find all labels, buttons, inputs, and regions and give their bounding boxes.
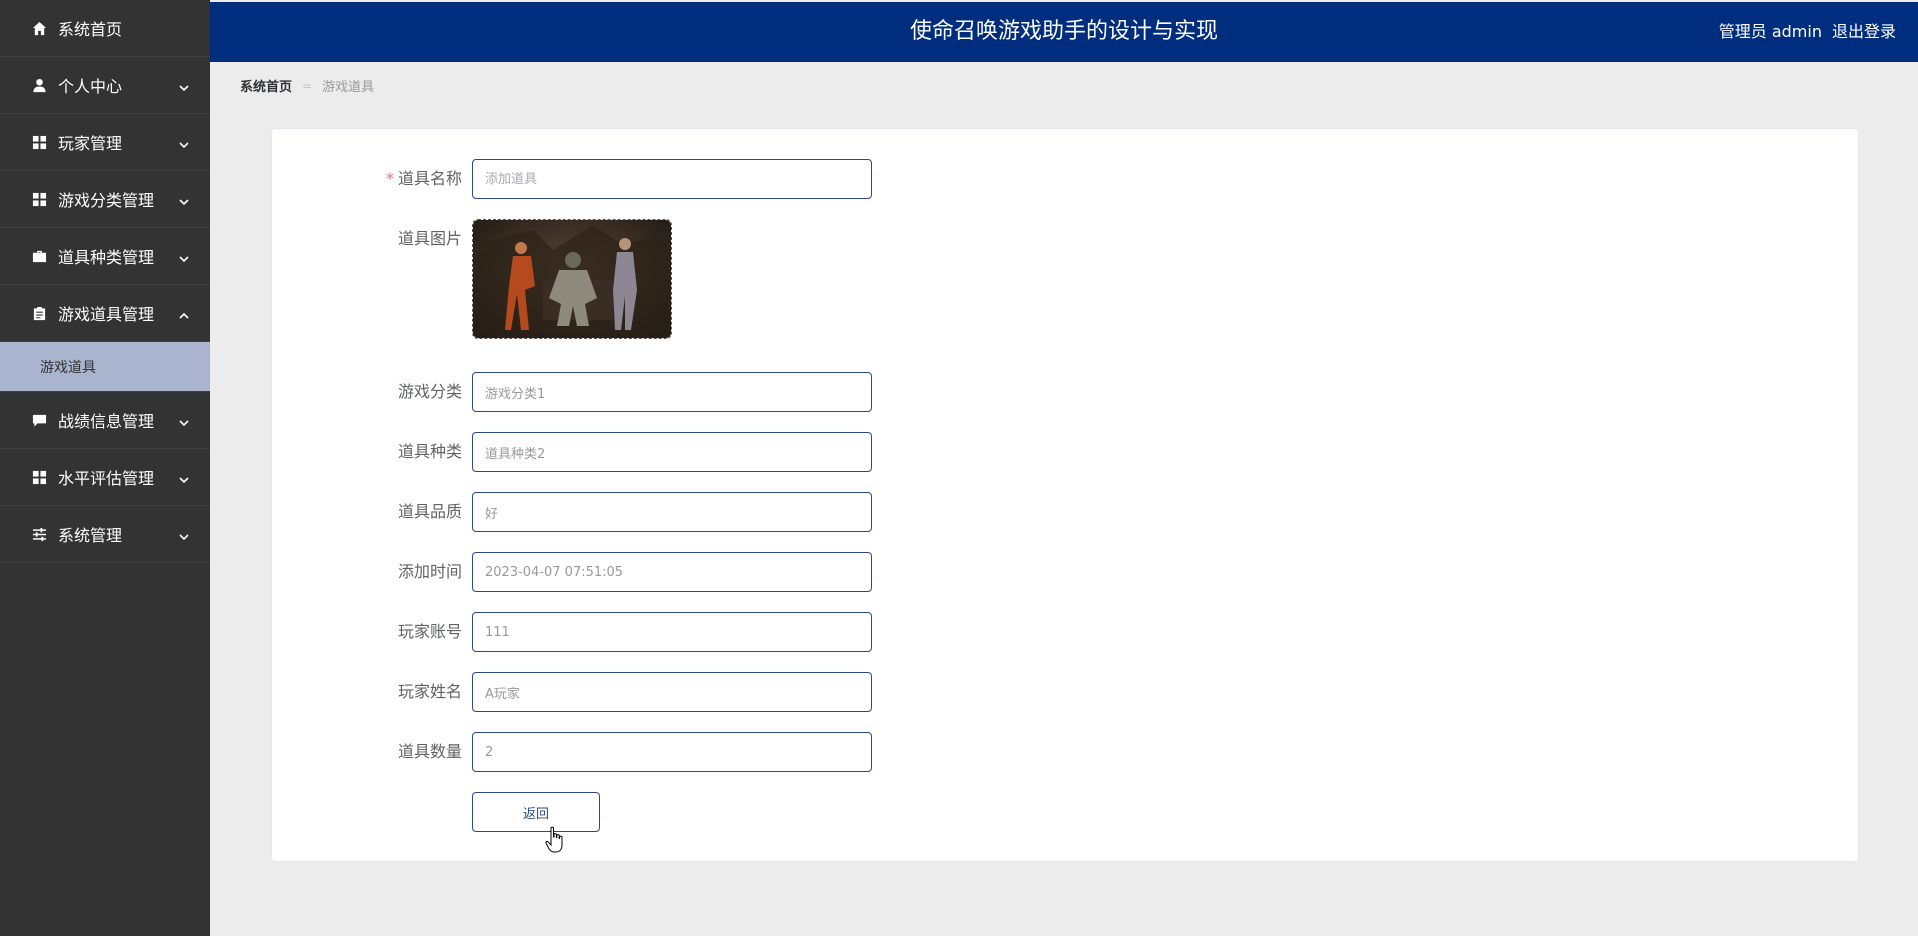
required-mark: * [385, 169, 394, 188]
sidebar: 系统首页 个人中心 玩家管理 游戏分类管理 道具种类管理 游戏道具管理 游戏道具… [0, 0, 210, 936]
breadcrumb: 系统首页 = 游戏道具 [240, 76, 375, 96]
form-row-account: 玩家账号 [272, 612, 1860, 652]
form-label-account: 玩家账号 [397, 622, 462, 641]
briefcase-icon [30, 247, 48, 265]
form-label-image: 道具图片 [397, 229, 462, 248]
detail-form-card: *道具名称 道具图片 [271, 128, 1859, 862]
top-header: 使命召唤游戏助手的设计与实现 管理员 admin 退出登录 [210, 2, 1918, 62]
sidebar-item-label: 游戏道具管理 [58, 305, 155, 324]
sidebar-item-personal-center[interactable]: 个人中心 [0, 57, 210, 114]
add-time-input[interactable] [472, 552, 872, 592]
sidebar-item-battle-record-management[interactable]: 战绩信息管理 [0, 392, 210, 449]
sidebar-item-game-category-management[interactable]: 游戏分类管理 [0, 171, 210, 228]
form-label-player-name: 玩家姓名 [397, 682, 462, 701]
chevron-down-icon [178, 79, 190, 92]
item-quantity-input[interactable] [472, 732, 872, 772]
breadcrumb-current: 游戏道具 [322, 80, 375, 95]
player-name-input[interactable] [472, 672, 872, 712]
sidebar-subitem-game-items[interactable]: 游戏道具 [0, 342, 210, 392]
user-label: 管理员 admin [1718, 22, 1822, 41]
sidebar-item-level-evaluation-management[interactable]: 水平评估管理 [0, 449, 210, 506]
chevron-down-icon [178, 250, 190, 263]
user-area: 管理员 admin 退出登录 [1709, 2, 1896, 62]
form-row-category: 游戏分类 [272, 372, 1860, 412]
sidebar-item-label: 战绩信息管理 [58, 412, 155, 431]
grid-icon [30, 468, 48, 486]
breadcrumb-separator: = [302, 78, 313, 93]
form-label-type: 道具种类 [397, 442, 462, 461]
sidebar-item-label: 玩家管理 [58, 134, 123, 153]
item-type-input[interactable] [472, 432, 872, 472]
app-title: 使命召唤游戏助手的设计与实现 [909, 19, 1218, 44]
item-quality-input[interactable] [472, 492, 872, 532]
form-label-quality: 道具品质 [397, 502, 462, 521]
form-label-time: 添加时间 [397, 562, 462, 581]
sidebar-item-item-type-management[interactable]: 道具种类管理 [0, 228, 210, 285]
form-row-name: * 道具名称 [272, 159, 1860, 199]
game-category-input[interactable] [472, 372, 872, 412]
sidebar-item-game-item-management[interactable]: 游戏道具管理 [0, 285, 210, 342]
sidebar-item-home[interactable]: 系统首页 [0, 0, 210, 57]
chat-icon [30, 411, 48, 429]
chevron-down-icon [178, 136, 190, 149]
sidebar-item-label: 系统管理 [58, 526, 123, 545]
form-row-player-name: 玩家姓名 [272, 672, 1860, 712]
sidebar-item-label: 个人中心 [58, 77, 123, 96]
chevron-up-icon [178, 307, 190, 319]
form-row-time: 添加时间 [272, 552, 1860, 592]
sidebar-item-label: 游戏分类管理 [58, 191, 155, 210]
form-row-quantity: 道具数量 [272, 732, 1860, 772]
item-name-input[interactable] [472, 159, 872, 199]
sidebar-item-player-management[interactable]: 玩家管理 [0, 114, 210, 171]
logout-link[interactable]: 退出登录 [1832, 22, 1896, 41]
home-icon [30, 19, 48, 37]
clipboard-icon [30, 304, 48, 322]
sliders-icon [30, 525, 48, 543]
form-row-image: 道具图片 [272, 219, 1860, 339]
form-row-type: 道具种类 [272, 432, 1860, 472]
form-label-name: * 道具名称 [385, 169, 462, 188]
sidebar-item-system-management[interactable]: 系统管理 [0, 506, 210, 563]
chevron-down-icon [178, 193, 190, 206]
chevron-down-icon [178, 528, 190, 541]
form-row-actions: 返回 [272, 792, 1860, 832]
back-button[interactable]: 返回 [472, 792, 600, 832]
chevron-down-icon [178, 414, 190, 427]
sidebar-item-label: 系统首页 [58, 20, 123, 39]
sidebar-item-label: 道具种类管理 [58, 248, 155, 267]
form-row-quality: 道具品质 [272, 492, 1860, 532]
user-icon [30, 76, 48, 94]
sidebar-item-label: 水平评估管理 [58, 469, 155, 488]
chevron-down-icon [178, 471, 190, 484]
breadcrumb-home[interactable]: 系统首页 [240, 76, 292, 95]
player-account-input[interactable] [472, 612, 872, 652]
item-image[interactable] [472, 219, 672, 339]
grid-icon [30, 133, 48, 151]
form-label-category: 游戏分类 [397, 382, 462, 401]
sidebar-subitem-label: 游戏道具 [40, 359, 96, 376]
grid-icon [30, 190, 48, 208]
hand-cursor-icon [545, 826, 565, 854]
form-label-quantity: 道具数量 [397, 742, 462, 761]
